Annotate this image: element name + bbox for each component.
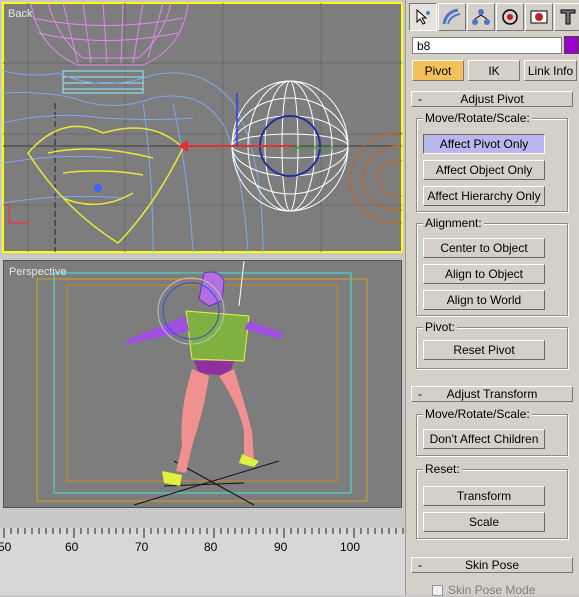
reset-label: Reset:	[423, 462, 462, 476]
affect-pivot-only-button[interactable]: Affect Pivot Only	[423, 134, 545, 154]
alignment-label: Alignment:	[423, 216, 484, 230]
timeline-tick-80: 80	[204, 540, 218, 554]
motion-tab[interactable]	[496, 3, 524, 31]
timeline-tick-90: 90	[274, 540, 288, 554]
pivot-subtab[interactable]: Pivot	[412, 60, 464, 81]
perspective-viewport-label[interactable]: Perspective	[9, 266, 66, 278]
modify-tab[interactable]	[438, 3, 466, 31]
skin-pose-title: Skin Pose	[464, 558, 520, 572]
utilities-tab[interactable]	[554, 3, 579, 31]
perspective-viewport[interactable]: Perspective	[3, 260, 402, 508]
affect-hierarchy-only-button[interactable]: Affect Hierarchy Only	[423, 186, 545, 206]
modify-tab-icon	[442, 8, 461, 25]
adjust-pivot-title: Adjust Pivot	[460, 92, 524, 106]
command-panel-tabs	[408, 3, 579, 33]
hierarchy-tab-icon	[472, 9, 490, 25]
move-rotate-scale-label: Move/Rotate/Scale:	[423, 111, 532, 125]
checkbox-box[interactable]	[432, 584, 443, 596]
hierarchy-tab[interactable]	[467, 3, 495, 31]
timeline-tick-100: 100	[340, 540, 361, 554]
viewport-area: Back Perspective	[0, 0, 405, 528]
adjust-transform-rollout-header[interactable]: - Adjust Transform	[411, 386, 573, 402]
perspective-viewport-scene	[36, 261, 368, 506]
back-viewport-wireframe	[3, 3, 402, 252]
ik-subtab[interactable]: IK	[468, 60, 520, 81]
object-name-field[interactable]	[412, 37, 562, 54]
link-info-subtab[interactable]: Link Info	[524, 60, 577, 81]
display-tab-icon	[530, 10, 548, 24]
timeline-ruler[interactable]: 50 60 70 80 90 100	[0, 528, 405, 595]
display-tab[interactable]	[525, 3, 553, 31]
back-viewport[interactable]: Back	[2, 2, 403, 253]
reset-scale-button[interactable]: Scale	[423, 512, 545, 532]
center-to-object-button[interactable]: Center to Object	[423, 238, 545, 258]
transform-move-label: Move/Rotate/Scale:	[423, 407, 532, 421]
align-to-world-button[interactable]: Align to World	[423, 290, 545, 310]
align-to-object-button[interactable]: Align to Object	[423, 264, 545, 284]
motion-tab-icon	[502, 9, 518, 25]
reset-transform-button[interactable]: Transform	[423, 486, 545, 506]
affect-object-only-button[interactable]: Affect Object Only	[423, 160, 545, 180]
adjust-pivot-rollout-header[interactable]: - Adjust Pivot	[411, 91, 573, 107]
create-tab-icon	[416, 8, 430, 25]
skin-pose-rollout-header[interactable]: - Skin Pose	[411, 557, 573, 573]
adjust-transform-title: Adjust Transform	[446, 387, 538, 401]
create-tab[interactable]	[409, 3, 437, 31]
back-viewport-label[interactable]: Back	[8, 8, 32, 20]
object-color-swatch[interactable]	[564, 36, 579, 54]
timeline-tick-70: 70	[135, 540, 149, 554]
utilities-tab-icon	[560, 9, 576, 25]
timeline-tick-50: 50	[0, 540, 12, 554]
pivot-label: Pivot:	[423, 320, 458, 334]
dont-affect-children-button[interactable]: Don't Affect Children	[423, 429, 545, 449]
reset-pivot-button[interactable]: Reset Pivot	[423, 340, 545, 360]
command-panel: Pivot IK Link Info - Adjust Pivot Move/R…	[405, 0, 579, 597]
timeline-tick-60: 60	[65, 540, 79, 554]
